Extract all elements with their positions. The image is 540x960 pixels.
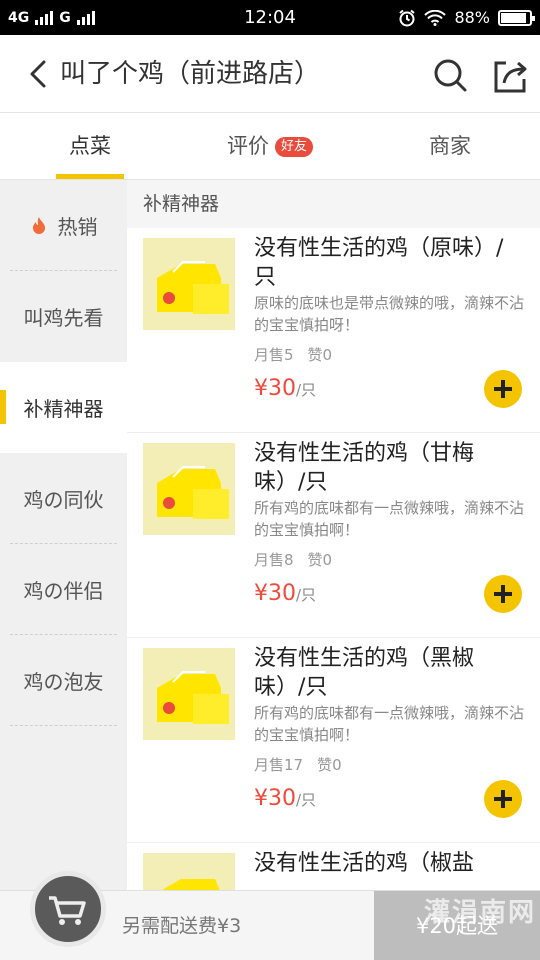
header: 叫了个鸡（前进路店）	[0, 35, 540, 113]
product-description: 所有鸡的底味都有一点微辣哦，滴辣不沾的宝宝慎拍啊！	[254, 499, 525, 539]
category-active-indicator	[0, 390, 6, 424]
add-to-cart-button[interactable]	[484, 780, 522, 818]
product-item[interactable]: 没有性生活的鸡（原味）/只 原味的底味也是带点微辣的哦，滴辣不沾的宝宝慎拍呀！ …	[127, 228, 540, 433]
section-title: 补精神器	[127, 180, 540, 228]
product-price: ¥30/只	[254, 376, 316, 401]
likes: 赞0	[307, 346, 333, 364]
tab-merchant[interactable]: 商家	[360, 113, 540, 179]
divider	[10, 725, 117, 726]
product-price: ¥30/只	[254, 581, 316, 606]
product-image	[143, 648, 235, 740]
share-icon[interactable]	[490, 55, 530, 95]
tab-active-indicator	[56, 174, 124, 179]
status-bar: 4G G 12:04 88%	[0, 0, 540, 35]
category-buddies[interactable]: 鸡の泡友	[0, 635, 127, 726]
wifi-icon	[424, 9, 447, 26]
product-name: 没有性生活的鸡（甘梅味）/只	[254, 441, 475, 495]
product-item[interactable]: 没有性生活的鸡（椒盐	[127, 843, 540, 890]
tab-merchant-label: 商家	[429, 134, 471, 158]
tab-order[interactable]: 点菜	[0, 113, 180, 179]
price-unit: /只	[296, 381, 317, 399]
product-name: 没有性生活的鸡（原味）/只	[254, 236, 504, 290]
search-icon[interactable]	[430, 55, 470, 95]
product-image	[143, 443, 235, 535]
product-name: 没有性生活的鸡（椒盐	[254, 851, 475, 876]
add-to-cart-button[interactable]	[484, 370, 522, 408]
product-image	[143, 853, 235, 890]
tab-bar: 点菜 评价 好友 商家	[0, 113, 540, 180]
alarm-icon	[399, 9, 416, 26]
product-stats: 月售5 赞0	[254, 344, 332, 365]
friend-badge: 好友	[274, 137, 313, 157]
category-hot[interactable]: 热销	[0, 180, 127, 271]
product-description: 所有鸡的底味都有一点微辣哦，滴辣不沾的宝宝慎拍啊！	[254, 704, 525, 744]
product-item[interactable]: 没有性生活的鸡（黑椒味）/只 所有鸡的底味都有一点微辣哦，滴辣不沾的宝宝慎拍啊！…	[127, 638, 540, 843]
battery-icon	[498, 9, 535, 26]
price-unit: /只	[296, 586, 317, 604]
delivery-fee-text: 另需配送费¥3	[122, 915, 242, 937]
likes: 赞0	[307, 551, 333, 569]
tab-reviews[interactable]: 评价 好友	[180, 113, 360, 179]
category-sidebar: 热销 叫鸡先看 补精神器 鸡の同伙 鸡の伴侣 鸡の泡友	[0, 180, 127, 890]
product-stats: 月售17 赞0	[254, 754, 342, 775]
product-stats: 月售8 赞0	[254, 549, 332, 570]
category-companions[interactable]: 鸡の同伙	[0, 453, 127, 544]
product-item[interactable]: 没有性生活的鸡（甘梅味）/只 所有鸡的底味都有一点微辣哦，滴辣不沾的宝宝慎拍啊！…	[127, 433, 540, 638]
category-label: 鸡の同伙	[23, 488, 104, 512]
category-label: 鸡の泡友	[23, 670, 104, 694]
category-label: 补精神器	[23, 397, 104, 421]
product-name: 没有性生活的鸡（黑椒味）/只	[254, 646, 475, 700]
price-value: ¥30	[254, 581, 296, 606]
tab-reviews-label: 评价	[226, 134, 269, 158]
status-right: 88%	[398, 0, 535, 35]
product-price: ¥30/只	[254, 786, 316, 811]
product-image	[143, 238, 235, 330]
watermark: 灌涓南网	[423, 898, 536, 928]
price-value: ¥30	[254, 786, 296, 811]
monthly-sales: 月售8	[254, 551, 294, 569]
product-description: 原味的底味也是带点微辣的哦，滴辣不沾的宝宝慎拍呀！	[254, 294, 525, 334]
price-unit: /只	[296, 791, 317, 809]
category-preview[interactable]: 叫鸡先看	[0, 271, 127, 362]
cart-icon	[49, 896, 86, 925]
price-value: ¥30	[254, 376, 296, 401]
add-to-cart-button[interactable]	[484, 575, 522, 613]
category-supplements[interactable]: 补精神器	[0, 362, 127, 453]
monthly-sales: 月售17	[254, 756, 304, 774]
back-arrow-icon[interactable]	[22, 57, 56, 91]
category-label: 叫鸡先看	[23, 306, 104, 330]
battery-percent: 88%	[454, 8, 490, 27]
category-label: 鸡の伴侣	[23, 579, 104, 603]
category-label: 热销	[57, 215, 98, 239]
tab-order-label: 点菜	[69, 134, 111, 158]
category-partners[interactable]: 鸡の伴侣	[0, 544, 127, 635]
monthly-sales: 月售5	[254, 346, 294, 364]
cart-button[interactable]	[30, 871, 106, 947]
flame-icon	[32, 216, 45, 234]
page-title: 叫了个鸡（前进路店）	[60, 59, 321, 89]
likes: 赞0	[317, 756, 342, 774]
